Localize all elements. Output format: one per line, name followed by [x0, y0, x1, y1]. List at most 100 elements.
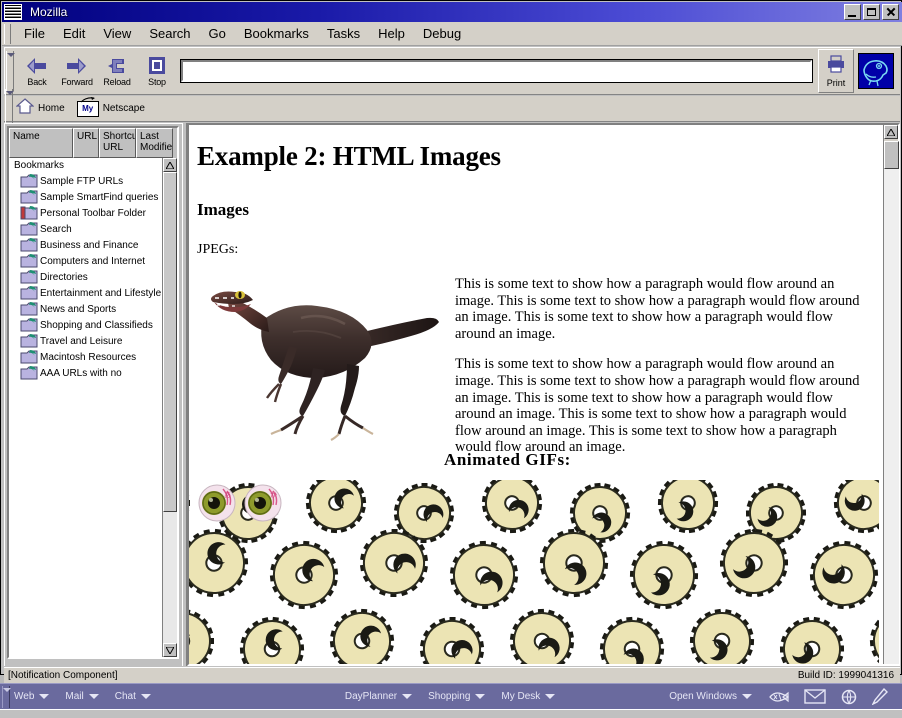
- page-scroll-up-button[interactable]: [884, 125, 898, 139]
- taskbar-item-dayplanner[interactable]: DayPlanner: [345, 691, 413, 702]
- window-title: Mozilla: [30, 5, 68, 19]
- taskbar-item-mail[interactable]: Mail: [65, 691, 99, 702]
- bookmarks-scroll-thumb[interactable]: [163, 172, 177, 512]
- bookmark-item[interactable]: News and Sports: [12, 300, 162, 316]
- window-controls: [844, 4, 902, 20]
- animated-eyeball-gif: あ か: [197, 483, 283, 523]
- folder-icon: [12, 174, 40, 188]
- menu-edit[interactable]: Edit: [54, 24, 94, 43]
- bookmark-item-label: Macintosh Resources: [40, 352, 137, 363]
- folder-icon: [12, 190, 40, 204]
- stop-button[interactable]: Stop: [137, 49, 177, 93]
- bookmark-item[interactable]: Sample FTP URLs: [12, 172, 162, 188]
- gear-tile-row: [189, 608, 879, 664]
- taskbar-grip[interactable]: [2, 685, 11, 708]
- jpegs-label: JPEGs:: [197, 242, 239, 257]
- stop-label: Stop: [148, 76, 166, 87]
- mozilla-fish-icon[interactable]: [768, 690, 790, 704]
- taskbar-item-mydesk[interactable]: My Desk: [501, 691, 556, 702]
- bookmark-item-label: Directories: [40, 272, 88, 283]
- bookmark-item-label: Personal Toolbar Folder: [40, 208, 146, 219]
- bookmarks-scrollbar[interactable]: [162, 158, 177, 657]
- page-scroll-track[interactable]: [884, 169, 899, 664]
- my-netscape-button[interactable]: My Netscape: [76, 96, 145, 117]
- stop-icon: [145, 56, 169, 76]
- page-scroll-thumb[interactable]: [884, 141, 899, 169]
- home-button[interactable]: Home: [15, 98, 65, 119]
- bookmark-item[interactable]: Entertainment and Lifestyle: [12, 284, 162, 300]
- bookmarks-root-item[interactable]: Bookmarks: [14, 160, 163, 172]
- menu-tasks[interactable]: Tasks: [318, 24, 369, 43]
- desktop-bottom-edge: [0, 709, 902, 718]
- bookmark-item[interactable]: Shopping and Classifieds: [12, 316, 162, 332]
- bookmark-item[interactable]: Directories: [12, 268, 162, 284]
- bookmark-item[interactable]: Macintosh Resources: [12, 348, 162, 364]
- minimize-button[interactable]: [844, 4, 861, 20]
- taskbar-shopping-label: Shopping: [428, 691, 471, 702]
- column-shortcut-url[interactable]: Shortcut URL: [99, 128, 136, 158]
- bookmarks-panel: Name URL Shortcut URL Last Modified Book…: [7, 126, 179, 659]
- flow-paragraph-2: This is some text to show how a paragrap…: [455, 356, 860, 456]
- bookmark-item-label: News and Sports: [40, 304, 117, 315]
- gear-tile-row: [189, 528, 879, 615]
- taskbar-open-windows[interactable]: Open Windows: [669, 691, 752, 702]
- column-last-modified[interactable]: Last Modified: [136, 128, 173, 158]
- folder-icon: [12, 270, 40, 284]
- taskbar-mail-label: Mail: [65, 691, 84, 702]
- bookmarks-tree[interactable]: Bookmarks Sample FTP URLs Sample SmartFin…: [9, 158, 163, 657]
- url-input[interactable]: [180, 59, 813, 83]
- bookmark-item[interactable]: Business and Finance: [12, 236, 162, 252]
- print-button[interactable]: Print: [818, 49, 854, 93]
- taskbar-web-label: Web: [14, 691, 35, 702]
- bookmarks-sidebar: Name URL Shortcut URL Last Modified Book…: [4, 123, 182, 666]
- forward-button[interactable]: Forward: [57, 49, 97, 93]
- taskbar-item-shopping[interactable]: Shopping: [428, 691, 486, 702]
- page-viewport: Example 2: HTML Images Images JPEGs: Thi…: [189, 125, 883, 664]
- bookmark-item[interactable]: Computers and Internet: [12, 252, 162, 268]
- menu-file[interactable]: File: [15, 24, 54, 43]
- mail-envelope-icon[interactable]: [804, 689, 826, 704]
- bookmarks-scroll-up-button[interactable]: [163, 158, 177, 172]
- flow-text-block: This is some text to show how a paragrap…: [455, 276, 873, 456]
- bookmarks-column-headers: Name URL Shortcut URL Last Modified: [9, 128, 177, 158]
- menubar-grip[interactable]: [4, 23, 11, 44]
- maximize-button[interactable]: [863, 4, 880, 20]
- folder-icon: [12, 222, 40, 236]
- folder-icon: [12, 334, 40, 348]
- taskbar-item-chat[interactable]: Chat: [115, 691, 151, 702]
- bookmark-item[interactable]: Personal Toolbar Folder: [12, 204, 162, 220]
- bookmarks-scroll-down-button[interactable]: [163, 643, 177, 657]
- bookmark-item[interactable]: Search: [12, 220, 162, 236]
- bookmark-item[interactable]: AAA URLs with no: [12, 364, 162, 380]
- navtoolbar-grip[interactable]: [6, 51, 15, 91]
- bookmark-item-label: Computers and Internet: [40, 256, 146, 267]
- back-button[interactable]: Back: [17, 49, 57, 93]
- window-frame: Mozilla File Edit View Search Go Bookmar…: [0, 0, 902, 683]
- column-name[interactable]: Name: [9, 128, 73, 158]
- window-menu-icon[interactable]: [4, 4, 22, 20]
- title-bar: Mozilla: [2, 2, 902, 22]
- bookmark-item[interactable]: Sample SmartFind queries: [12, 188, 162, 204]
- back-label: Back: [27, 76, 47, 87]
- mozilla-logo-icon[interactable]: [858, 53, 894, 89]
- close-button[interactable]: [882, 4, 899, 20]
- menu-debug[interactable]: Debug: [414, 24, 470, 43]
- column-url[interactable]: URL: [73, 128, 99, 158]
- bookmark-item-label: Sample SmartFind queries: [40, 192, 159, 203]
- menu-view[interactable]: View: [94, 24, 140, 43]
- menu-help[interactable]: Help: [369, 24, 414, 43]
- taskbar-item-web[interactable]: Web: [14, 691, 50, 702]
- menu-search[interactable]: Search: [140, 24, 199, 43]
- forward-label: Forward: [61, 76, 93, 87]
- chevron-down-icon: [545, 694, 556, 699]
- reload-button[interactable]: Reload: [97, 49, 137, 93]
- build-id-label: Build ID: 1999041316: [797, 670, 894, 681]
- edit-pencil-icon[interactable]: [872, 688, 888, 705]
- home-icon: [15, 98, 35, 119]
- composer-globe-icon[interactable]: [840, 689, 858, 705]
- bookmark-item[interactable]: Travel and Leisure: [12, 332, 162, 348]
- menu-bookmarks[interactable]: Bookmarks: [235, 24, 318, 43]
- page-scrollbar[interactable]: [883, 125, 899, 664]
- bookmark-item-label: Business and Finance: [40, 240, 139, 251]
- menu-go[interactable]: Go: [200, 24, 235, 43]
